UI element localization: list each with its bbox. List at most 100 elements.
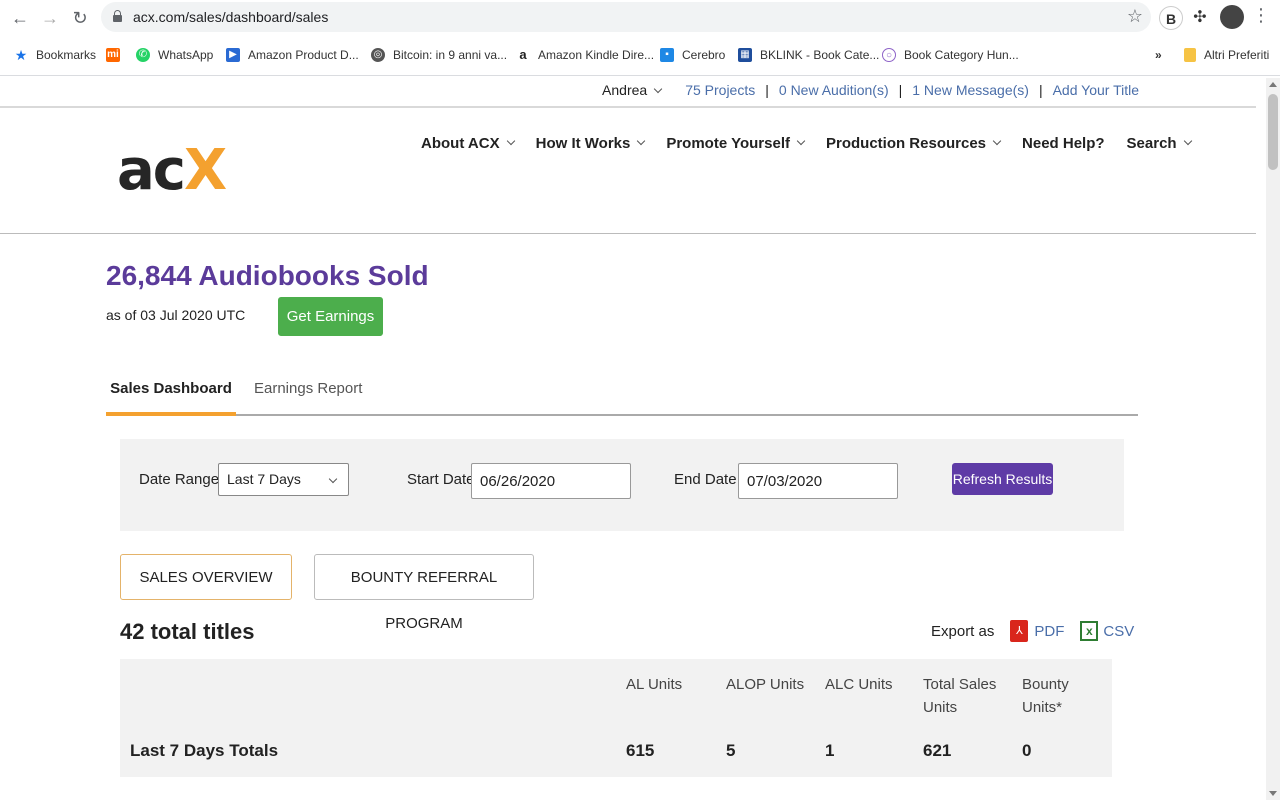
bookmark-item[interactable]: ▦ BKLINK - Book Cate...	[738, 46, 879, 64]
table-cell: 615	[626, 741, 655, 760]
sales-totals-table: AL Units ALOP Units ALC Units Total Sale…	[120, 659, 1112, 777]
export-label: Export as	[931, 622, 995, 640]
nav-need-help[interactable]: Need Help?	[1022, 135, 1105, 152]
separator: |	[765, 82, 769, 98]
profile-avatar[interactable]	[1220, 5, 1244, 29]
separator: |	[1038, 82, 1043, 98]
column-header: Bounty Units*	[1022, 676, 1069, 716]
reload-icon[interactable]: ↻	[68, 6, 92, 30]
amazon-product-icon: ▶	[226, 48, 240, 62]
globe-icon: ◎	[371, 48, 385, 62]
add-title-link[interactable]: Add Your Title	[1053, 82, 1139, 98]
tab-earnings-report[interactable]: Earnings Report	[254, 380, 362, 397]
end-date-label: End Date	[674, 471, 737, 488]
chevron-down-icon	[796, 136, 806, 145]
table-cell: 621	[923, 741, 952, 760]
nav-about-acx[interactable]: About ACX	[421, 135, 515, 152]
amazon-icon: a	[519, 47, 527, 62]
lock-icon	[113, 10, 122, 22]
whatsapp-icon: ✆	[136, 48, 150, 62]
browser-menu-icon[interactable]: ⋮	[1252, 5, 1270, 26]
site-header: acX About ACX How It Works Promote Yours…	[0, 108, 1256, 234]
date-filter-panel: Date Range Last 7 Days Start Date 06/26/…	[120, 439, 1124, 531]
folder-icon	[1184, 48, 1196, 62]
bookmark-item[interactable]: ▪ Cerebro	[660, 46, 725, 64]
account-bar: Andrea 75 Projects | 0 New Audition(s) |…	[0, 76, 1256, 108]
refresh-results-button[interactable]: Refresh Results	[952, 463, 1053, 495]
column-header: ALC Units	[825, 676, 893, 693]
url-text[interactable]: acx.com/sales/dashboard/sales	[133, 9, 328, 25]
bookmark-folder[interactable]: Altri Preferiti	[1184, 46, 1269, 64]
chevron-down-icon	[637, 136, 646, 145]
pdf-icon[interactable]: ⅄	[1010, 620, 1029, 642]
more-bookmarks-button[interactable]: »	[1155, 46, 1162, 64]
chevron-down-icon	[992, 136, 1002, 145]
dashboard-tabs: Sales Dashboard Earnings Report	[106, 370, 1138, 416]
user-menu[interactable]: Andrea	[602, 82, 663, 98]
auditions-link[interactable]: 0 New Audition(s)	[779, 82, 889, 98]
table-cell: 5	[726, 741, 736, 760]
date-range-label: Date Range	[139, 471, 220, 488]
hunter-icon: ○	[882, 48, 896, 62]
bookmark-item[interactable]: ★ Bookmarks	[14, 46, 96, 64]
as-of-date: as of 03 Jul 2020 UTC	[106, 307, 246, 323]
column-header: Total Sales Units	[923, 676, 997, 716]
bounty-referral-button[interactable]: BOUNTY REFERRAL PROGRAM	[314, 554, 534, 632]
forward-arrow-icon[interactable]: →	[38, 6, 62, 30]
extensions-puzzle-icon[interactable]: ✣	[1188, 6, 1212, 30]
bookmark-item[interactable]: ▶ Amazon Product D...	[226, 46, 359, 64]
chevron-down-icon	[328, 474, 338, 484]
export-csv-link[interactable]: CSV	[1103, 623, 1134, 640]
scroll-down-arrow-icon[interactable]	[1269, 791, 1277, 796]
logo-x: X	[183, 138, 227, 203]
separator: |	[898, 82, 903, 98]
row-label: Last 7 Days Totals	[130, 741, 279, 760]
address-bar[interactable]: acx.com/sales/dashboard/sales ☆	[101, 2, 1151, 32]
scroll-thumb[interactable]	[1268, 94, 1278, 170]
sales-overview-button[interactable]: SALES OVERVIEW	[120, 554, 292, 600]
extension-b-icon[interactable]: B	[1159, 6, 1183, 30]
excel-icon[interactable]: x	[1080, 621, 1099, 641]
total-titles: 42 total titles	[120, 619, 255, 644]
bookmark-item[interactable]: ◎ Bitcoin: in 9 anni va...	[371, 46, 507, 64]
column-header: ALOP Units	[726, 676, 805, 693]
bookmark-star-icon[interactable]: ☆	[1127, 6, 1143, 27]
bookmarks-bar: ★ Bookmarks mi ✆ WhatsApp ▶ Amazon Product …	[0, 40, 1280, 68]
mi-icon: mi	[106, 48, 120, 62]
main-nav: About ACX How It Works Promote Yourself …	[421, 135, 1213, 152]
projects-link[interactable]: 75 Projects	[685, 82, 755, 98]
bookmark-item[interactable]: ○ Book Category Hun...	[882, 46, 1019, 64]
export-pdf-link[interactable]: PDF	[1034, 623, 1064, 640]
date-range-select[interactable]: Last 7 Days	[218, 463, 349, 496]
bklink-icon: ▦	[738, 48, 752, 62]
cerebro-icon: ▪	[660, 48, 674, 62]
nav-how-it-works[interactable]: How It Works	[536, 135, 646, 152]
chevron-down-icon	[1183, 136, 1192, 145]
tab-sales-dashboard[interactable]: Sales Dashboard	[106, 380, 236, 416]
audiobooks-sold-heading: 26,844 Audiobooks Sold	[106, 260, 429, 291]
nav-search[interactable]: Search	[1127, 135, 1192, 152]
bookmark-item[interactable]: a Amazon Kindle Dire...	[516, 46, 654, 64]
table-cell: 0	[1022, 741, 1032, 760]
chevron-down-icon	[653, 84, 663, 94]
chevron-down-icon	[506, 136, 515, 145]
browser-toolbar: ← → ↻ acx.com/sales/dashboard/sales ☆ B …	[0, 0, 1280, 36]
browser-chrome: ← → ↻ acx.com/sales/dashboard/sales ☆ B …	[0, 0, 1280, 76]
start-date-input[interactable]: 06/26/2020	[471, 463, 631, 499]
table-cell: 1	[825, 741, 835, 760]
bookmark-item[interactable]: ✆ WhatsApp	[136, 46, 213, 64]
bookmark-item[interactable]: mi	[106, 46, 128, 64]
star-icon: ★	[14, 47, 28, 63]
start-date-label: Start Date	[407, 471, 475, 488]
scroll-up-arrow-icon[interactable]	[1269, 82, 1277, 87]
column-header: AL Units	[626, 676, 683, 693]
get-earnings-button[interactable]: Get Earnings	[278, 297, 383, 336]
export-options: Export as ⅄ PDF x CSV	[931, 620, 1134, 642]
messages-link[interactable]: 1 New Message(s)	[912, 82, 1029, 98]
nav-production-resources[interactable]: Production Resources	[826, 135, 1002, 152]
end-date-input[interactable]: 07/03/2020	[738, 463, 898, 499]
acx-logo[interactable]: acX	[117, 138, 227, 203]
back-arrow-icon[interactable]: ←	[8, 6, 32, 30]
nav-promote-yourself[interactable]: Promote Yourself	[666, 135, 806, 152]
page-scrollbar[interactable]	[1266, 78, 1280, 800]
